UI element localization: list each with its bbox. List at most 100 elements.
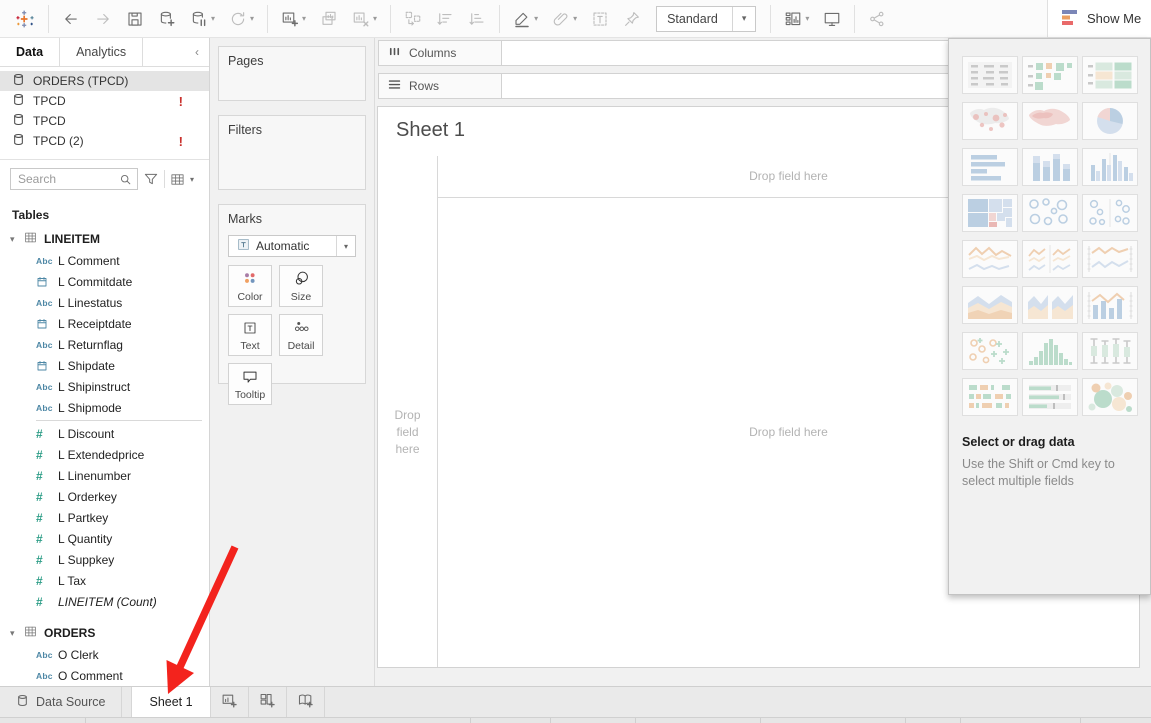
field-item[interactable]: #L Discount [0, 423, 209, 444]
color-button[interactable]: Color [228, 265, 272, 307]
horizontal-bars-icon[interactable] [962, 148, 1018, 186]
table-header-orders[interactable]: ▾ORDERS [0, 622, 209, 644]
dual-lines-icon[interactable] [1082, 240, 1138, 278]
datasource-item[interactable]: ORDERS (TPCD) [0, 71, 209, 91]
chevron-expanded-icon: ▾ [10, 628, 24, 639]
new-worksheet-tab-button[interactable] [211, 687, 249, 717]
collapse-pane-button[interactable]: ‹ [185, 38, 209, 66]
new-dashboard-tab-button[interactable] [249, 687, 287, 717]
side-by-side-bars-icon[interactable] [1082, 148, 1138, 186]
field-item[interactable]: #L Suppkey [0, 549, 209, 570]
field-item[interactable]: AbcO Comment [0, 665, 209, 686]
text-table-icon[interactable] [962, 56, 1018, 94]
pie-chart-icon[interactable] [1082, 102, 1138, 140]
field-item[interactable]: #L Orderkey [0, 486, 209, 507]
new-story-tab-button[interactable] [287, 687, 325, 717]
toolbar-divider [854, 5, 855, 33]
size-button[interactable]: Size [279, 265, 323, 307]
field-item[interactable]: #LINEITEM (Count) [0, 591, 209, 612]
pages-shelf[interactable]: Pages [218, 46, 366, 101]
mark-type-dropdown[interactable]: Automatic ▾ [228, 235, 356, 257]
field-item[interactable]: L Receiptdate [0, 313, 209, 334]
status-divider [470, 718, 471, 723]
field-item[interactable]: AbcL Comment [0, 250, 209, 271]
stacked-bars-icon[interactable] [1022, 148, 1078, 186]
view-fit-select[interactable]: Standard▾ [656, 6, 756, 32]
undo-button[interactable] [55, 4, 87, 34]
discrete-area-icon[interactable] [1022, 286, 1078, 324]
mark-type-icon [237, 238, 250, 254]
table-icon [24, 231, 37, 247]
symbol-map-icon[interactable] [962, 102, 1018, 140]
filled-map-icon[interactable] [1022, 102, 1078, 140]
duplicate-button[interactable] [313, 4, 345, 34]
redo-icon [94, 10, 112, 28]
swap-rows-columns-button[interactable] [397, 4, 429, 34]
continuous-area-icon[interactable] [962, 286, 1018, 324]
fix-axes-button[interactable] [616, 4, 648, 34]
packed-bubbles-icon[interactable] [1082, 378, 1138, 416]
date-field-icon [36, 276, 58, 288]
new-worksheet-button[interactable]: ▾ [274, 4, 313, 34]
sort-ascending-button[interactable] [429, 4, 461, 34]
treemap-icon[interactable] [962, 194, 1018, 232]
clear-sheet-button[interactable]: ▾ [345, 4, 384, 34]
highlight-table-icon[interactable] [1082, 56, 1138, 94]
circle-views-icon[interactable] [1022, 194, 1078, 232]
tooltip-button[interactable]: Tooltip [228, 363, 272, 405]
text-button[interactable]: Text [228, 314, 272, 356]
chevron-down-icon: ▾ [373, 14, 377, 23]
sheet-tab-data-source[interactable]: Data Source [0, 687, 122, 717]
view-options-icon[interactable] [170, 172, 185, 187]
show-mark-labels-button[interactable] [584, 4, 616, 34]
sheet-tab-sheet-1[interactable]: Sheet 1 [131, 687, 210, 717]
field-item[interactable]: L Shipdate [0, 355, 209, 376]
detail-button[interactable]: Detail [279, 314, 323, 356]
scatter-plots-icon[interactable] [962, 332, 1018, 370]
filter-fields-icon[interactable] [143, 171, 159, 187]
drop-zone-left[interactable]: Dropfieldhere [378, 198, 438, 667]
field-item[interactable]: #L Extendedprice [0, 444, 209, 465]
add-data-source-button[interactable] [151, 4, 183, 34]
field-item[interactable]: AbcL Returnflag [0, 334, 209, 355]
datasource-item[interactable]: TPCD! [0, 91, 209, 111]
highlight-button[interactable]: ▾ [506, 4, 545, 34]
share-button[interactable] [861, 4, 893, 34]
heat-map-icon[interactable] [1022, 56, 1078, 94]
histogram-icon[interactable] [1022, 332, 1078, 370]
show-hide-cards-button[interactable]: ▾ [777, 4, 816, 34]
run-auto-updates-button[interactable]: ▾ [222, 4, 261, 34]
tab-analytics[interactable]: Analytics [60, 38, 143, 66]
field-item[interactable]: #L Quantity [0, 528, 209, 549]
sort-descending-button[interactable] [461, 4, 493, 34]
chevron-down-icon[interactable]: ▾ [190, 175, 194, 184]
field-item[interactable]: L Commitdate [0, 271, 209, 292]
tab-data[interactable]: Data [0, 38, 60, 66]
field-item[interactable]: AbcL Linestatus [0, 292, 209, 313]
datasource-item[interactable]: TPCD (2)! [0, 131, 209, 151]
side-by-side-circles-icon[interactable] [1082, 194, 1138, 232]
field-item[interactable]: AbcL Shipmode [0, 397, 209, 418]
field-item[interactable]: AbcO Clerk [0, 644, 209, 665]
field-item[interactable]: #L Partkey [0, 507, 209, 528]
table-header-lineitem[interactable]: ▾LINEITEM [0, 228, 209, 250]
search-input[interactable] [18, 172, 119, 186]
field-item[interactable]: AbcL Shipinstruct [0, 376, 209, 397]
gantt-icon[interactable] [962, 378, 1018, 416]
redo-button[interactable] [87, 4, 119, 34]
group-members-button[interactable]: ▾ [545, 4, 584, 34]
dual-combination-icon[interactable] [1082, 286, 1138, 324]
bullet-graphs-icon[interactable] [1022, 378, 1078, 416]
field-item[interactable]: #L Tax [0, 570, 209, 591]
filters-shelf[interactable]: Filters [218, 115, 366, 190]
pause-auto-updates-button[interactable]: ▾ [183, 4, 222, 34]
discrete-lines-icon[interactable] [1022, 240, 1078, 278]
continuous-lines-icon[interactable] [962, 240, 1018, 278]
field-name: L Shipinstruct [58, 380, 130, 394]
save-button[interactable] [119, 4, 151, 34]
datasource-item[interactable]: TPCD [0, 111, 209, 131]
show-me-button[interactable]: Show Me [1047, 0, 1151, 38]
box-and-whisker-icon[interactable] [1082, 332, 1138, 370]
field-item[interactable]: #L Linenumber [0, 465, 209, 486]
presentation-mode-button[interactable] [816, 4, 848, 34]
